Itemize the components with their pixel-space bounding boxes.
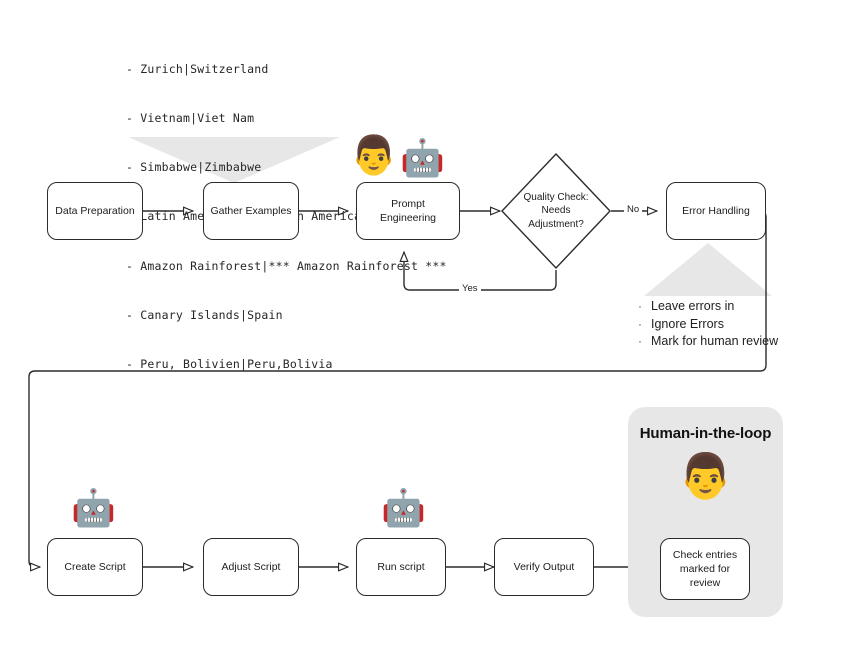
node-label-line2: Engineering (379, 212, 437, 224)
edge-label-yes: Yes (459, 283, 481, 294)
node-label-line2: Needs (541, 205, 571, 217)
man-emoji: 👨 (678, 452, 733, 501)
list-item-label: Ignore Errors (651, 316, 724, 331)
code-line: - Amazon Rainforest|*** Amazon Rainfores… (126, 258, 447, 273)
node-label-line3: review (689, 577, 721, 589)
code-line: - Vietnam|Viet Nam (126, 111, 255, 126)
node-label-line1: Check entries (672, 549, 738, 561)
node-label: Gather Examples (210, 205, 292, 217)
edge-label-no: No (624, 204, 643, 215)
bullet-icon: · (638, 316, 642, 331)
flowchart-canvas: - Zurich|Switzerland - Vietnam|Viet Nam … (0, 0, 866, 648)
node-label: Create Script (64, 561, 126, 573)
list-item: · Mark for human review (638, 333, 778, 351)
diamond-label-group: Quality Check: Needs Adjustment? (500, 152, 612, 270)
code-line: - Zurich|Switzerland (126, 61, 269, 76)
node-verify-output[interactable]: Verify Output (494, 538, 594, 596)
list-item: · Ignore Errors (638, 316, 778, 334)
node-label-line1: Prompt (391, 198, 425, 210)
node-label-line1: Quality Check: (523, 191, 589, 203)
list-item: · Leave errors in (638, 298, 778, 316)
robot-emoji: 🤖 (381, 488, 426, 529)
man-emoji: 👨 (350, 133, 398, 177)
list-item-label: Leave errors in (651, 299, 735, 313)
robot-emoji: 🤖 (400, 138, 445, 179)
node-error-handling[interactable]: Error Handling (666, 182, 766, 240)
callout-triangle-errors (644, 243, 772, 296)
node-check-entries[interactable]: Check entries marked for review (660, 538, 750, 600)
bullet-icon: · (638, 299, 642, 313)
code-line: - Canary Islands|Spain (126, 307, 283, 322)
node-label-line2: marked for (679, 563, 731, 575)
node-prompt-engineering[interactable]: Prompt Engineering (356, 182, 460, 240)
node-data-preparation[interactable]: Data Preparation (47, 182, 143, 240)
node-label: Run script (377, 561, 425, 573)
code-line: - Simbabwe|Zimbabwe (126, 160, 262, 175)
human-in-the-loop-title: Human-in-the-loop (639, 425, 772, 442)
node-run-script[interactable]: Run script (356, 538, 446, 596)
node-label: Adjust Script (221, 561, 281, 573)
robot-emoji: 🤖 (71, 488, 116, 529)
node-adjust-script[interactable]: Adjust Script (203, 538, 299, 596)
node-gather-examples[interactable]: Gather Examples (203, 182, 299, 240)
bullet-icon: · (638, 334, 642, 348)
node-label-line3: Adjustment? (528, 218, 584, 230)
code-line: - Peru, Bolivien|Peru,Bolivia (126, 357, 333, 372)
node-label: Error Handling (682, 205, 750, 217)
node-label: Data Preparation (55, 205, 135, 217)
node-label: Verify Output (513, 561, 575, 573)
node-quality-check[interactable]: Quality Check: Needs Adjustment? (500, 152, 612, 270)
error-options-list: · Leave errors in · Ignore Errors · Mark… (638, 298, 778, 351)
node-create-script[interactable]: Create Script (47, 538, 143, 596)
list-item-label: Mark for human review (651, 334, 779, 348)
